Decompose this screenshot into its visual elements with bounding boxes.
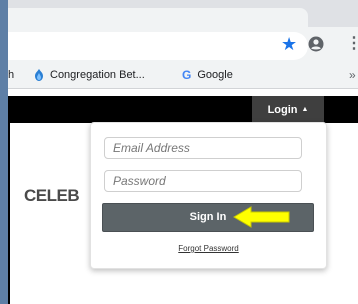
active-tab[interactable] bbox=[8, 8, 308, 27]
bookmark-google[interactable]: G Google bbox=[182, 68, 233, 82]
bookmarks-overflow-icon[interactable]: » bbox=[349, 68, 356, 82]
yellow-arrow-annotation-icon bbox=[233, 206, 290, 228]
login-dropdown: Sign In Forgot Password bbox=[90, 122, 327, 269]
site-nav-bar: Login ▲ bbox=[8, 96, 358, 123]
google-g-icon: G bbox=[182, 68, 192, 82]
bookmarks-bar: h Congregation Bet... G Google » bbox=[8, 64, 358, 89]
bookmark-label: Google bbox=[197, 69, 233, 81]
browser-toolbar: ★ ⋮ bbox=[8, 27, 358, 64]
password-field[interactable] bbox=[104, 170, 302, 192]
congregation-flame-icon bbox=[35, 69, 43, 81]
email-field[interactable] bbox=[104, 137, 302, 159]
forgot-password-link[interactable]: Forgot Password bbox=[91, 244, 326, 253]
bookmark-truncated[interactable]: h bbox=[8, 69, 14, 81]
address-bar[interactable] bbox=[8, 32, 308, 60]
page-headline: CELEB bbox=[24, 186, 80, 205]
account-circle-icon[interactable] bbox=[308, 36, 324, 52]
caret-up-icon: ▲ bbox=[301, 106, 309, 113]
browser-window: ★ ⋮ h Congregation Bet... G Google » Log… bbox=[8, 0, 358, 304]
tab-strip bbox=[8, 0, 358, 27]
page-left-border bbox=[8, 123, 10, 304]
login-toggle-button[interactable]: Login ▲ bbox=[252, 96, 324, 123]
bookmark-label: Congregation Bet... bbox=[50, 69, 145, 81]
web-page: Login ▲ CELEB Sign In Forgot Password bbox=[8, 89, 358, 304]
login-label: Login bbox=[267, 103, 298, 116]
bookmark-congregation[interactable]: Congregation Bet... bbox=[32, 68, 145, 82]
bookmark-star-icon[interactable]: ★ bbox=[281, 34, 297, 55]
kebab-menu-icon[interactable]: ⋮ bbox=[346, 33, 358, 53]
